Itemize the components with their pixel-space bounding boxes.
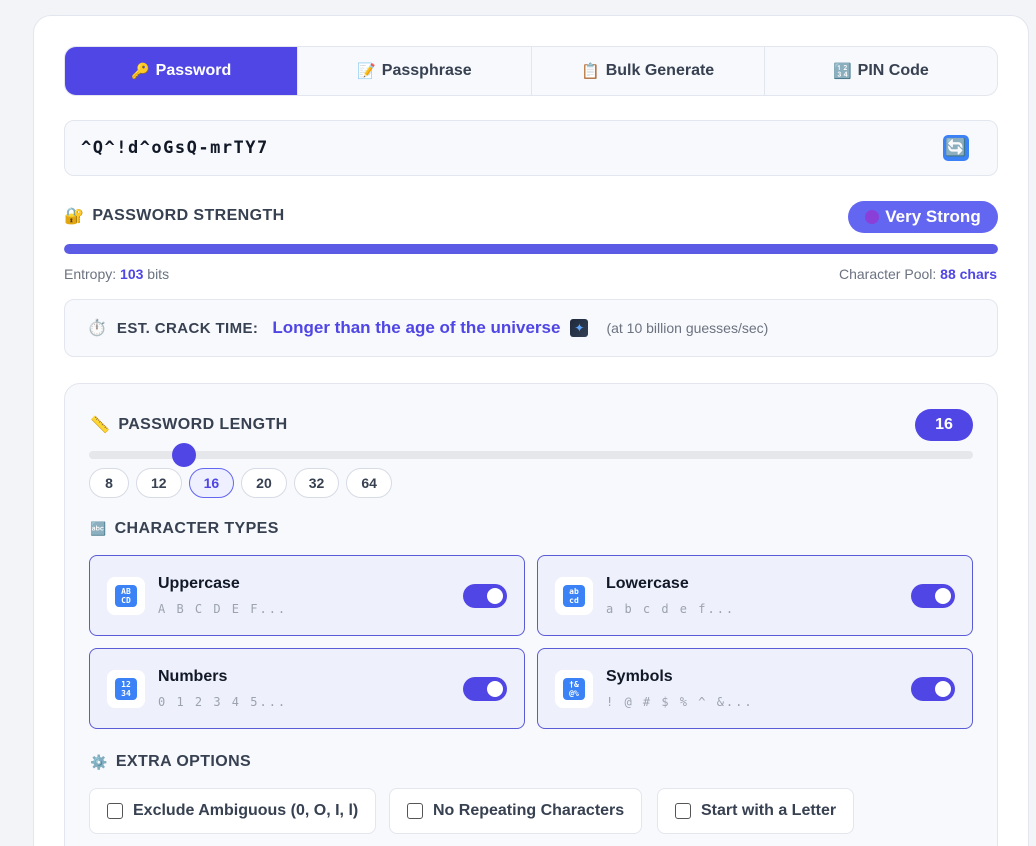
- option-numbers[interactable]: 12 34 Numbers 0 1 2 3 4 5...: [89, 648, 525, 729]
- length-preset-12[interactable]: 12: [136, 468, 182, 498]
- clipboard-icon: 📋: [581, 63, 600, 80]
- pool-label: Character Pool:: [839, 266, 937, 282]
- crack-time-note: (at 10 billion guesses/sec): [606, 320, 769, 336]
- checkbox-label: Exclude Ambiguous (0, O, I, l): [133, 802, 359, 819]
- strength-badge-label: Very Strong: [885, 207, 981, 226]
- start-with-letter-checkbox[interactable]: Start with a Letter: [657, 788, 855, 834]
- option-sample: a b c d e f...: [606, 602, 736, 616]
- symbols-icon: †& @%: [555, 669, 593, 708]
- generated-password[interactable]: ^Q^!d^oGsQ-mrTY7: [81, 138, 943, 158]
- refresh-icon[interactable]: 🔄: [943, 135, 969, 161]
- strength-title: PASSWORD STRENGTH: [92, 207, 285, 224]
- exclude-ambiguous-checkbox[interactable]: Exclude Ambiguous (0, O, I, l): [89, 788, 377, 834]
- length-preset-64[interactable]: 64: [346, 468, 392, 498]
- symbols-toggle[interactable]: [911, 676, 955, 701]
- memo-icon: 📝: [357, 63, 376, 80]
- strength-meter-fill: [64, 244, 998, 254]
- entropy-value: 103: [120, 266, 144, 282]
- tab-passphrase[interactable]: 📝 Passphrase: [298, 47, 532, 95]
- strength-meter: [64, 244, 998, 254]
- checkbox-label: Start with a Letter: [701, 802, 837, 819]
- option-lowercase[interactable]: ab cd Lowercase a b c d e f...: [537, 555, 973, 636]
- entropy-readout: Entropy: 103 bits: [64, 266, 169, 282]
- uppercase-icon: AB CD: [107, 576, 145, 615]
- milky-way-icon: ✦: [570, 319, 589, 337]
- char-types-heading: 🔤 CHARACTER TYPES: [90, 520, 279, 538]
- lowercase-toggle[interactable]: [911, 583, 955, 608]
- tab-label: Bulk Generate: [605, 62, 715, 79]
- crack-time-label: EST. CRACK TIME:: [116, 319, 259, 337]
- crack-time-value: Longer than the age of the universe: [272, 318, 561, 337]
- extra-options-title: EXTRA OPTIONS: [115, 753, 252, 770]
- length-preset-20[interactable]: 20: [241, 468, 287, 498]
- tab-bulk-generate[interactable]: 📋 Bulk Generate: [532, 47, 765, 95]
- gear-icon: ⚙️: [90, 753, 108, 770]
- tab-label: PIN Code: [857, 62, 929, 79]
- ruler-icon: 📏: [90, 417, 111, 434]
- length-value-badge: 16: [915, 409, 973, 441]
- entropy-unit: bits: [147, 266, 170, 282]
- pool-readout: Character Pool: 88 chars: [839, 266, 997, 282]
- uppercase-toggle[interactable]: [463, 583, 507, 608]
- strength-heading: 🔐 PASSWORD STRENGTH: [64, 206, 285, 226]
- option-name: Numbers: [158, 668, 228, 685]
- tab-pin-code[interactable]: 🔢 PIN Code: [765, 47, 997, 95]
- checkbox[interactable]: [407, 803, 423, 819]
- length-preset-16[interactable]: 16: [188, 468, 235, 498]
- tab-label: Password: [155, 62, 232, 79]
- length-slider[interactable]: [89, 443, 973, 467]
- option-sample: 0 1 2 3 4 5...: [158, 695, 288, 709]
- option-name: Symbols: [606, 668, 673, 685]
- extra-options-heading: ⚙️ EXTRA OPTIONS: [90, 753, 251, 771]
- pool-value: 88 chars: [940, 266, 997, 282]
- purple-circle-icon: [865, 210, 880, 224]
- mode-tabs: 🔑 Password 📝 Passphrase 📋 Bulk Generate …: [64, 46, 998, 96]
- crack-time-box: ⏱️ EST. CRACK TIME: Longer than the age …: [64, 299, 998, 357]
- option-sample: A B C D E F...: [158, 602, 288, 616]
- option-uppercase[interactable]: AB CD Uppercase A B C D E F...: [89, 555, 525, 636]
- entropy-label: Entropy:: [64, 266, 117, 282]
- length-preset-8[interactable]: 8: [89, 468, 129, 498]
- length-presets: 8 12 16 20 32 64: [89, 468, 392, 498]
- tab-label: Passphrase: [381, 62, 472, 79]
- option-name: Uppercase: [158, 575, 240, 592]
- checkbox[interactable]: [107, 803, 123, 819]
- option-symbols[interactable]: †& @% Symbols ! @ # $ % ^ &...: [537, 648, 973, 729]
- numbers-toggle[interactable]: [463, 676, 507, 701]
- option-sample: ! @ # $ % ^ &...: [606, 695, 754, 709]
- stopwatch-icon: ⏱️: [87, 320, 107, 337]
- tab-password[interactable]: 🔑 Password: [65, 47, 299, 95]
- numbers-icon: 12 34: [107, 669, 145, 708]
- strength-badge: Very Strong: [848, 201, 998, 233]
- numbers-icon: 🔢: [832, 63, 852, 80]
- key-icon: 🔑: [130, 63, 150, 80]
- length-preset-32[interactable]: 32: [293, 468, 340, 498]
- abc-icon: 🔤: [90, 521, 107, 536]
- checkbox-label: No Repeating Characters: [433, 802, 625, 819]
- length-title: PASSWORD LENGTH: [118, 416, 288, 433]
- length-heading: 📏 PASSWORD LENGTH: [90, 415, 288, 435]
- lock-icon: 🔐: [64, 208, 85, 225]
- no-repeating-checkbox[interactable]: No Repeating Characters: [389, 788, 643, 834]
- lowercase-icon: ab cd: [555, 576, 593, 615]
- checkbox[interactable]: [675, 803, 691, 819]
- char-types-title: CHARACTER TYPES: [114, 520, 279, 537]
- option-name: Lowercase: [606, 575, 689, 592]
- password-output: ^Q^!d^oGsQ-mrTY7 🔄: [64, 120, 998, 176]
